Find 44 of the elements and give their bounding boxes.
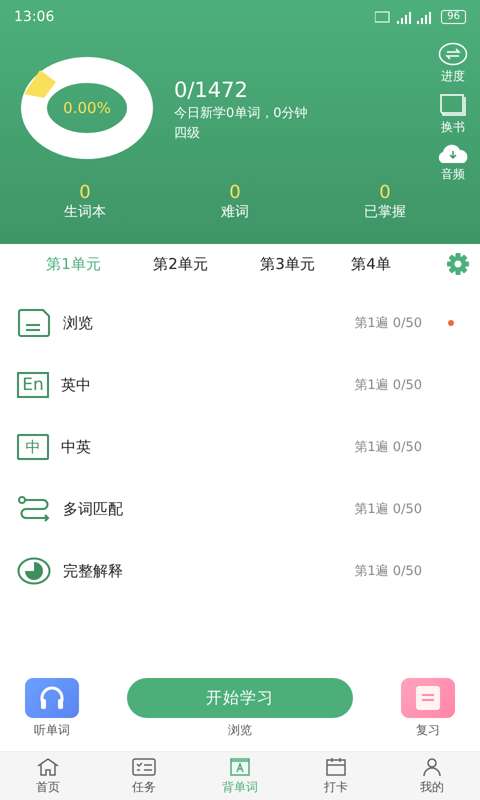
clock: 13:06 bbox=[14, 9, 54, 25]
mode-name: 多词匹配 bbox=[63, 500, 124, 518]
person-icon bbox=[421, 756, 443, 776]
start-mode: 浏览 bbox=[228, 722, 252, 739]
stat-label: 难词 bbox=[221, 203, 249, 221]
checklist-icon bbox=[132, 756, 156, 776]
unit-tab[interactable]: 第2单元 bbox=[127, 254, 234, 274]
battery-icon: 96 bbox=[441, 10, 466, 24]
review-button[interactable] bbox=[401, 678, 455, 718]
nav-tab[interactable]: 我的 bbox=[384, 752, 480, 800]
chinese-icon: 中 bbox=[17, 434, 49, 460]
listen-label: 听单词 bbox=[34, 722, 70, 739]
mode-name: 中英 bbox=[61, 438, 92, 456]
letter-card-icon bbox=[229, 756, 251, 776]
headphones-icon bbox=[38, 685, 66, 711]
nav-tab[interactable]: 首页 bbox=[0, 752, 96, 800]
pie-icon bbox=[17, 557, 51, 585]
mode-name: 浏览 bbox=[63, 314, 94, 332]
listen-button[interactable] bbox=[25, 678, 79, 718]
cloud-download-icon bbox=[436, 144, 470, 164]
nav-tab[interactable]: 打卡 bbox=[288, 752, 384, 800]
english-icon: En bbox=[17, 372, 49, 398]
swap-icon bbox=[438, 42, 468, 66]
note-icon bbox=[414, 684, 442, 712]
book-level: 四级 bbox=[174, 125, 201, 142]
stat-value: 0 bbox=[79, 182, 91, 203]
home-icon bbox=[36, 756, 60, 776]
stat-label: 已掌握 bbox=[364, 203, 406, 221]
review-label: 复习 bbox=[416, 722, 440, 739]
mode-name: 英中 bbox=[61, 376, 92, 394]
mode-name: 完整解释 bbox=[63, 562, 124, 580]
unit-tab[interactable]: 第3单元 bbox=[234, 254, 341, 274]
unit-tab[interactable]: 第4单 bbox=[341, 254, 401, 274]
nav-tab[interactable]: 任务 bbox=[96, 752, 192, 800]
route-icon bbox=[17, 496, 51, 522]
calendar-icon bbox=[325, 756, 347, 776]
stat-label: 生词本 bbox=[64, 203, 106, 221]
stat-value: 0 bbox=[379, 182, 391, 203]
percent-value: 0.00% bbox=[63, 99, 111, 117]
document-icon bbox=[17, 309, 51, 337]
word-count: 0/1472 bbox=[174, 78, 249, 102]
book-icon bbox=[439, 93, 467, 117]
stat-value: 0 bbox=[229, 182, 241, 203]
today-summary: 今日新学0单词，0分钟 bbox=[174, 105, 309, 122]
